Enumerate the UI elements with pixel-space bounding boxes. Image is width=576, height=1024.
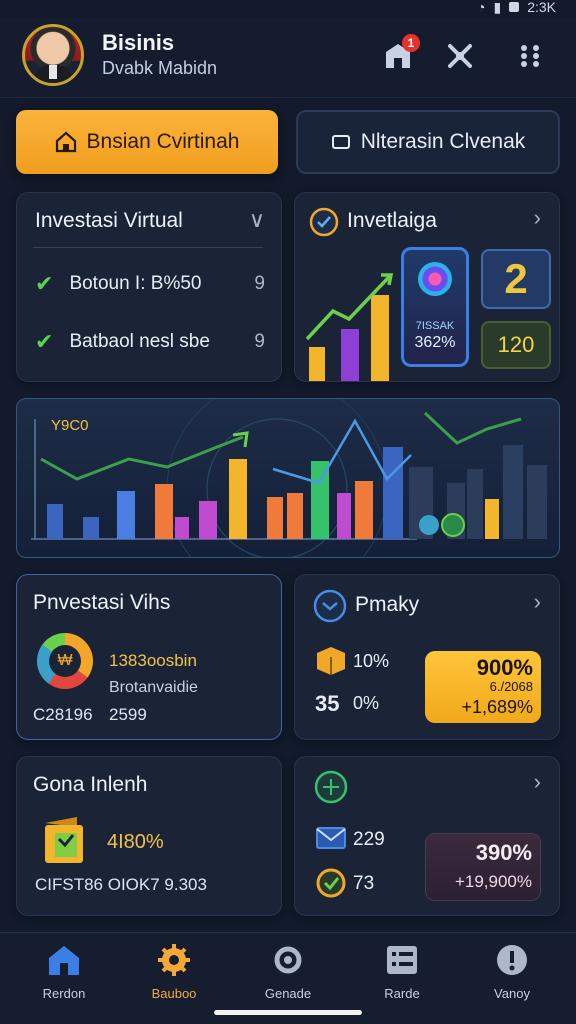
- menu-button[interactable]: [512, 38, 548, 74]
- chevron-right-icon[interactable]: ›: [534, 205, 541, 231]
- card-title: Investasi Virtual: [35, 209, 183, 232]
- nav-label: Vanoy: [494, 986, 530, 1001]
- foot-left-value: C28196: [33, 705, 93, 724]
- signal-icon: ▮: [493, 0, 502, 15]
- card-title: Invetlaiga: [347, 209, 437, 232]
- nav-item-info[interactable]: Vanoy: [462, 943, 562, 1001]
- chevron-down-icon[interactable]: ∨: [249, 207, 265, 233]
- battery-icon: [509, 2, 520, 12]
- highlight-value-box: 390% +19,900%: [425, 833, 541, 901]
- gona-card[interactable]: Gona Inlenh 4I80% CIFST86 OIOK7 9.303: [16, 756, 282, 916]
- foot-value: CIFST86 OIOK7 9.303: [35, 875, 207, 894]
- phone-illustration: 7ISSAK 362%: [401, 247, 469, 367]
- value-main: 4I80%: [107, 831, 164, 853]
- list-item-label: Batbaol nesl sbe: [69, 331, 210, 352]
- avatar[interactable]: [22, 24, 84, 86]
- value-sub: Brotanvaidie: [109, 679, 198, 696]
- foot-right-value: 2599: [109, 705, 147, 724]
- globe-icon: [314, 770, 348, 804]
- divider: [33, 247, 263, 248]
- home-indicator[interactable]: [214, 1010, 362, 1015]
- status-time: 2:3K: [527, 0, 556, 15]
- box-bottom-value: +1,689%: [461, 697, 533, 717]
- box-bottom-value: +19,900%: [454, 872, 532, 891]
- summary-card[interactable]: › 229 73 390% +19,900%: [294, 756, 560, 916]
- phone-caption: 7ISSAK: [415, 320, 455, 332]
- alert-icon: [497, 945, 527, 975]
- phone-percentage: 362%: [414, 334, 456, 351]
- chevron-right-icon[interactable]: ›: [534, 589, 541, 615]
- swap-icon: [313, 589, 347, 623]
- dots-grid-icon: [521, 45, 539, 67]
- hero-chart-graphic: [31, 399, 547, 557]
- cog-icon: [274, 946, 302, 974]
- nav-label: Rerdon: [42, 986, 86, 1001]
- close-button[interactable]: [442, 38, 478, 74]
- nav-item-home[interactable]: Rerdon: [14, 943, 114, 1001]
- row1-value: 10%: [353, 651, 390, 671]
- box-top-value: 900%: [476, 655, 533, 680]
- highlight-value-box: 900% 6./2068 +1,689%: [425, 651, 541, 723]
- box-mid-value: 6./2068: [489, 679, 533, 694]
- card-title: Pnvestasi Vihs: [33, 591, 171, 614]
- list-item[interactable]: ✔ Botoun I: B%50 9: [35, 271, 265, 297]
- notification-badge: 1: [402, 34, 420, 52]
- list-item-label: Botoun I: B%50: [69, 273, 202, 294]
- invetlaiga-card[interactable]: Invetlaiga › 7ISSAK 362% 2 120: [294, 192, 560, 382]
- donut-chart-icon: ₩: [37, 633, 93, 689]
- status-bar: ◔ ▮ 2:3K: [477, 0, 556, 15]
- list-item-count: 9: [254, 331, 265, 352]
- nav-item-genade[interactable]: Genade: [238, 943, 338, 1001]
- nav-label: Genade: [264, 986, 312, 1001]
- list-item[interactable]: ✔ Batbaol nesl sbe 9: [35, 329, 265, 355]
- card-title: Pmaky: [355, 593, 420, 616]
- app-header: Bisinis Dvabk Mabidn 1: [0, 18, 576, 98]
- check-icon: ✔: [35, 329, 54, 354]
- cross-icon: [448, 44, 472, 68]
- chevron-right-icon[interactable]: ›: [534, 769, 541, 795]
- card-title: Gona Inlenh: [33, 773, 148, 796]
- box-icon: [317, 647, 345, 675]
- row2-value: 73: [353, 873, 375, 894]
- row2-percent: 0%: [353, 693, 380, 713]
- primary-action-button[interactable]: Bnsian Cvirtinah: [16, 110, 278, 174]
- list-icon: [387, 946, 417, 974]
- check-icon: ✔: [35, 271, 54, 296]
- orbit-icon: [418, 262, 452, 296]
- nav-label: Rarde: [384, 986, 420, 1001]
- notification-button[interactable]: 1: [380, 34, 420, 74]
- secondary-action-label: Nlterasin Clvenak: [360, 130, 526, 153]
- user-subtitle: Dvabk Mabidn: [102, 58, 218, 78]
- nav-item-list[interactable]: Rarde: [352, 943, 452, 1001]
- list-item-count: 9: [254, 273, 265, 294]
- row1-value: 229: [353, 829, 385, 850]
- secondary-action-button[interactable]: Nlterasin Clvenak: [296, 110, 560, 174]
- chart-label: Y9C0: [51, 417, 89, 434]
- card-icon: [331, 135, 350, 149]
- value-main: 1383oosbin: [109, 651, 197, 670]
- row2-number: 35: [315, 691, 340, 716]
- nav-label: Bauboo: [151, 986, 197, 1001]
- home-icon: [55, 131, 76, 153]
- page-title: Bisinis: [102, 30, 175, 55]
- house-icon: [49, 946, 79, 975]
- mail-icon: [316, 827, 346, 849]
- growth-bars-illustration: [305, 273, 394, 381]
- primary-action-label: Bnsian Cvirtinah: [86, 130, 240, 153]
- wallet-icon: [45, 817, 83, 863]
- investasi-virtual-card[interactable]: Investasi Virtual ∨ ✔ Botoun I: B%50 9 ✔…: [16, 192, 282, 382]
- hero-chart: Y9C0: [16, 398, 560, 558]
- rank-badge: 2: [481, 249, 551, 309]
- target-icon: [316, 868, 346, 898]
- gear-icon: [158, 944, 190, 976]
- box-top-value: 390%: [475, 840, 532, 865]
- compass-icon: [309, 207, 339, 237]
- pnvestasi-card[interactable]: Pnvestasi Vihs ₩ 1383oosbin Brotanvaidie…: [16, 574, 282, 740]
- score-badge: 120: [481, 321, 551, 369]
- pmaky-card[interactable]: Pmaky › 10% 35 0% 900% 6./2068 +1,689%: [294, 574, 560, 740]
- nav-item-settings[interactable]: Bauboo: [124, 943, 224, 1001]
- wifi-icon: ◔: [477, 0, 486, 15]
